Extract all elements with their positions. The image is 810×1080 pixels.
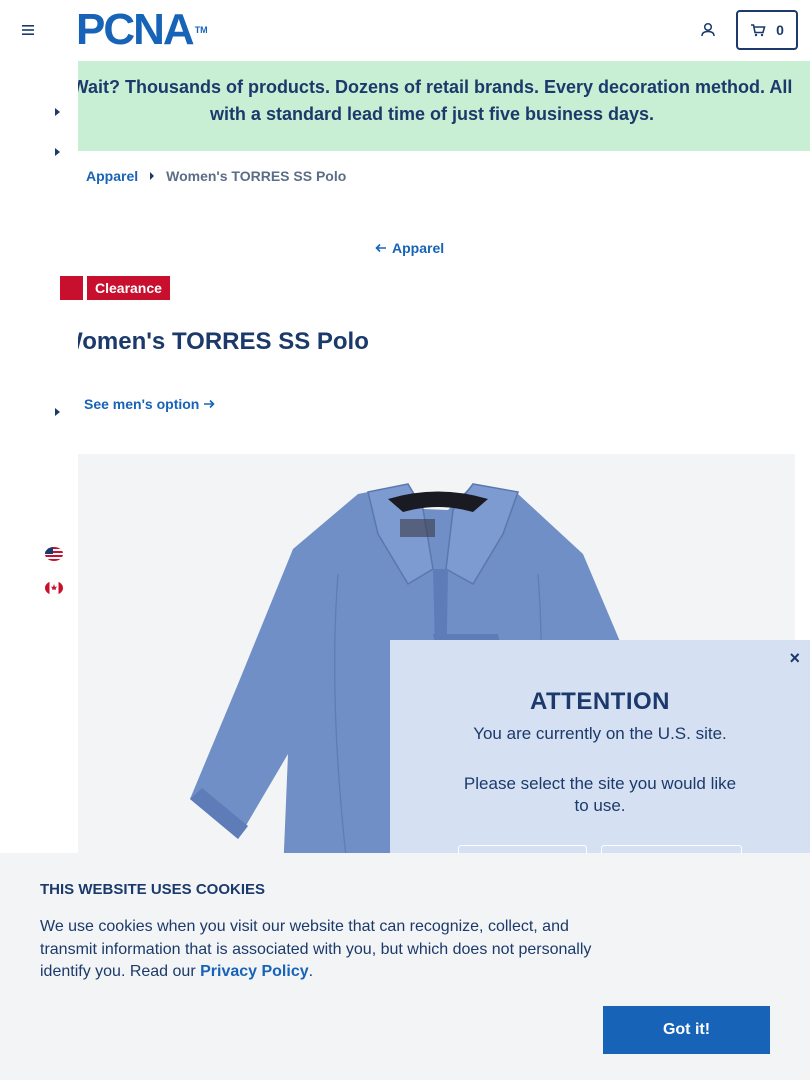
menu-icon[interactable] <box>20 22 36 38</box>
see-mens-option-link[interactable]: See men's option <box>84 396 215 412</box>
expand-arrow-icon[interactable] <box>52 106 62 118</box>
back-link-label: Apparel <box>392 240 445 256</box>
cookie-text: We use cookies when you visit our websit… <box>40 916 610 984</box>
product-title: Women's TORRES SS Polo <box>60 328 369 355</box>
breadcrumb-separator-icon <box>150 172 155 180</box>
canada-flag-icon[interactable] <box>45 581 63 595</box>
arrow-left-icon <box>375 243 386 253</box>
modal-select-text: Please select the site you would like to… <box>463 774 737 815</box>
promo-banner: Wait? Thousands of products. Dozens of r… <box>0 61 810 151</box>
pcna-logo[interactable]: PCNA TM <box>76 8 208 52</box>
modal-title: ATTENTION <box>529 688 671 715</box>
site-header: PCNA TM 0 <box>0 0 810 61</box>
cart-button[interactable]: 0 <box>736 10 798 50</box>
promo-text: Wait? Thousands of products. Dozens of r… <box>71 77 793 124</box>
expand-arrow-icon[interactable] <box>52 146 62 158</box>
breadcrumb-link-apparel[interactable]: Apparel <box>86 168 138 184</box>
logo-trademark: TM <box>194 25 208 35</box>
cookie-body: We use cookies when you visit our websit… <box>40 918 592 980</box>
got-it-button[interactable]: Got it! <box>603 1006 770 1054</box>
back-to-apparel-link[interactable]: Apparel <box>375 240 444 256</box>
cookie-title: THIS WEBSITE USES COOKIES <box>40 881 266 898</box>
badge-partial <box>60 276 83 300</box>
cart-icon <box>751 24 766 37</box>
breadcrumb-current: Women's TORRES SS Polo <box>166 168 347 184</box>
modal-current-site-text: You are currently on the U.S. site. <box>473 724 727 743</box>
privacy-policy-link[interactable]: Privacy Policy <box>200 963 309 980</box>
cookie-banner: THIS WEBSITE USES COOKIES We use cookies… <box>0 853 810 1080</box>
arrow-right-icon <box>204 399 215 409</box>
cookie-period: . <box>308 963 314 980</box>
account-icon[interactable] <box>698 20 718 40</box>
clearance-badge: Clearance <box>87 276 170 300</box>
us-flag-icon[interactable] <box>45 547 63 561</box>
cart-count: 0 <box>776 22 784 38</box>
see-mens-option-label: See men's option <box>84 396 200 412</box>
expand-arrow-icon[interactable] <box>52 406 62 418</box>
rail-mask <box>0 320 73 370</box>
breadcrumb: Apparel Women's TORRES SS Polo <box>86 168 346 184</box>
close-icon[interactable]: × <box>789 648 800 669</box>
